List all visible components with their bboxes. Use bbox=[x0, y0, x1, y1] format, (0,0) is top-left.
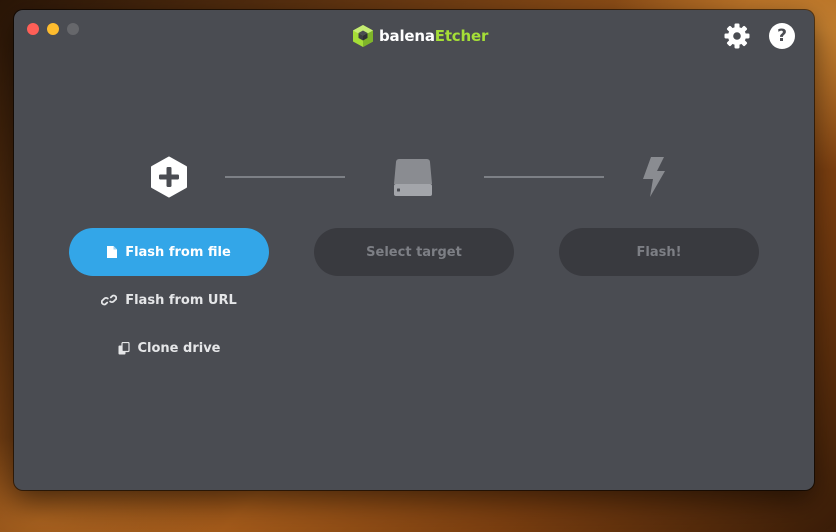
cube-icon bbox=[353, 25, 373, 47]
window-close-button[interactable] bbox=[27, 23, 39, 35]
select-target-button[interactable]: Select target bbox=[314, 228, 514, 276]
question-icon: ? bbox=[777, 25, 787, 46]
step-connector-1 bbox=[225, 176, 345, 178]
file-icon bbox=[107, 246, 118, 258]
step-connector-2 bbox=[484, 176, 604, 178]
clone-drive-button[interactable]: Clone drive bbox=[69, 339, 269, 357]
window-zoom-button[interactable] bbox=[67, 23, 79, 35]
plus-hexagon-icon bbox=[151, 156, 187, 198]
etcher-window: balenaEtcher ? Flash from file Select ta… bbox=[14, 10, 814, 490]
flash-label: Flash! bbox=[636, 244, 682, 260]
lightning-icon bbox=[643, 157, 665, 197]
clone-drive-label: Clone drive bbox=[137, 340, 221, 356]
gear-icon bbox=[724, 23, 750, 49]
flash-button[interactable]: Flash! bbox=[559, 228, 759, 276]
window-minimize-button[interactable] bbox=[47, 23, 59, 35]
app-logo: balenaEtcher bbox=[352, 24, 488, 48]
flash-from-file-button[interactable]: Flash from file bbox=[69, 228, 269, 276]
app-title-part1: balena bbox=[379, 27, 435, 45]
link-icon bbox=[101, 294, 118, 306]
settings-button[interactable] bbox=[724, 23, 750, 49]
drive-icon bbox=[394, 159, 432, 196]
flash-from-file-label: Flash from file bbox=[125, 244, 231, 260]
app-title: balenaEtcher bbox=[379, 27, 488, 45]
flash-from-url-label: Flash from URL bbox=[125, 292, 237, 308]
help-button[interactable]: ? bbox=[769, 23, 795, 49]
copy-icon bbox=[118, 341, 130, 354]
select-target-label: Select target bbox=[366, 244, 462, 260]
app-title-part2: Etcher bbox=[434, 27, 489, 45]
flash-from-url-button[interactable]: Flash from URL bbox=[69, 291, 269, 309]
